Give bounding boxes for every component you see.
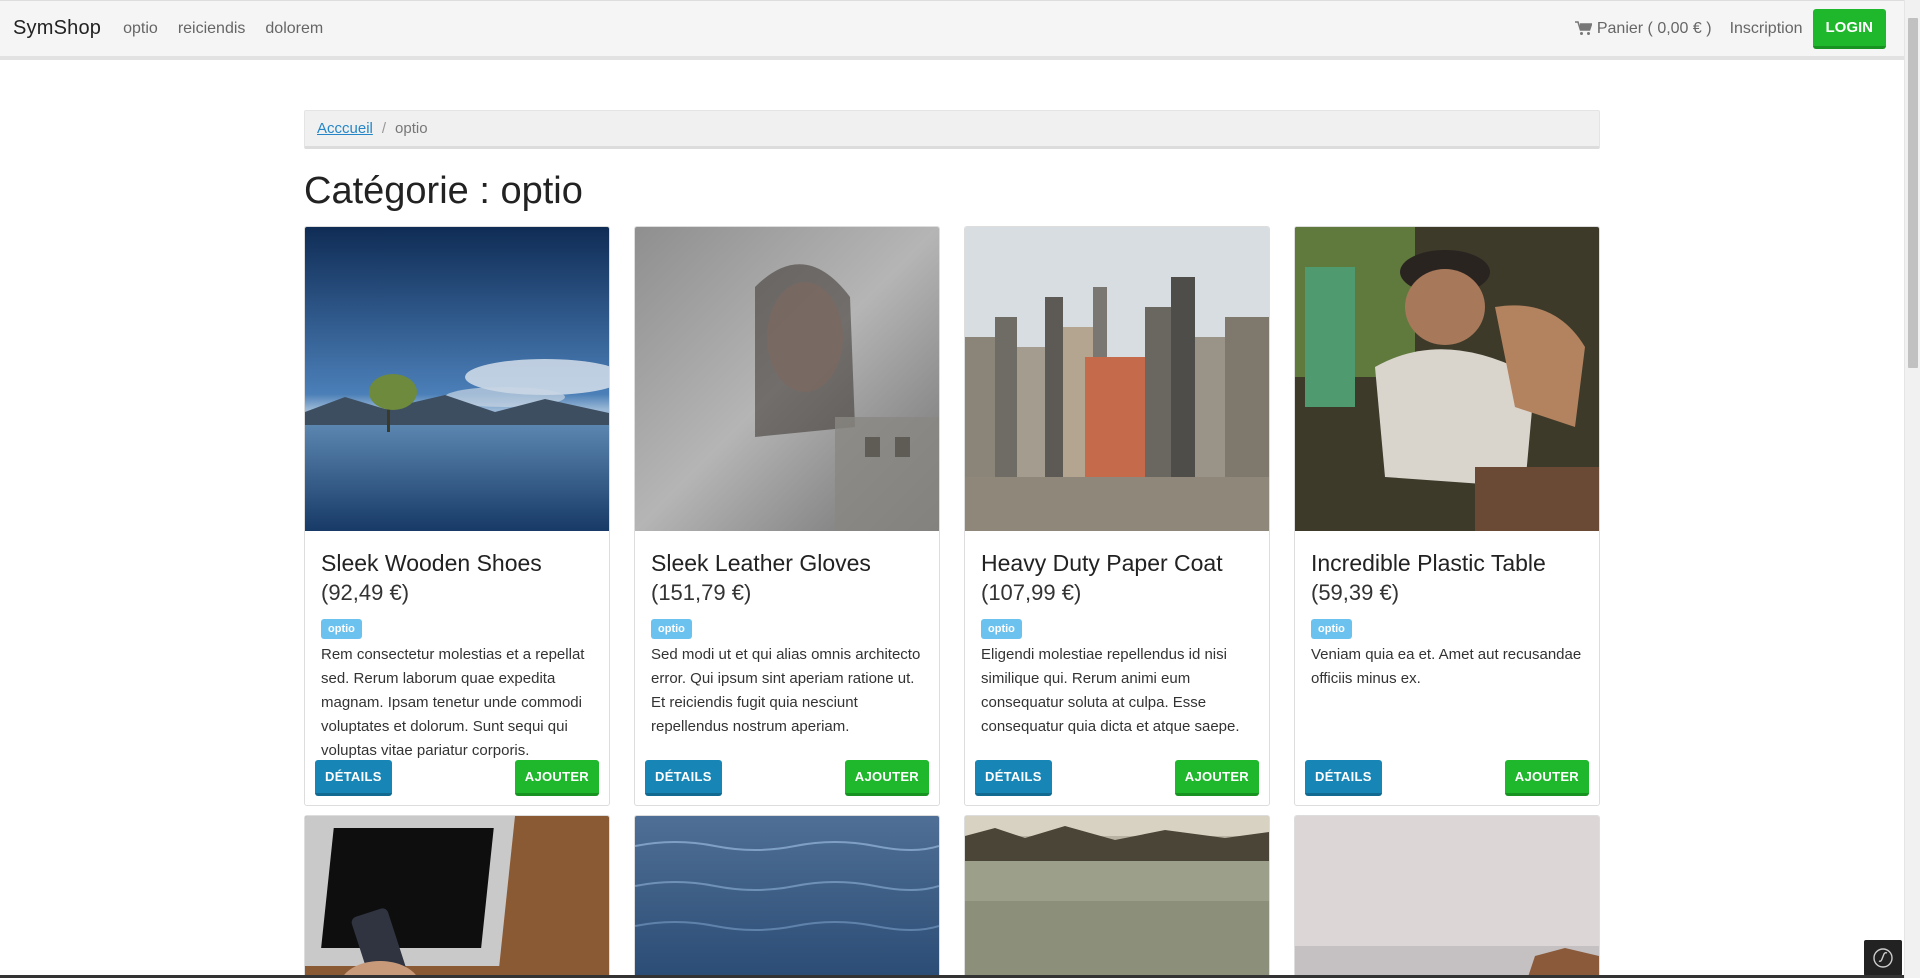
nav-link-reiciendis[interactable]: reiciendis xyxy=(178,20,246,38)
product-description: Sed modi ut et qui alias omnis architect… xyxy=(651,646,921,735)
cart-link[interactable]: Panier ( 0,00 € ) xyxy=(1574,19,1712,38)
product-price: (151,79 €) xyxy=(651,580,752,605)
scrollbar-thumb[interactable] xyxy=(1908,18,1918,368)
category-badge: optio xyxy=(1311,619,1352,639)
product-card: Sleek Leather Gloves (151,79 €) optio Se… xyxy=(634,226,940,806)
product-price: (92,49 €) xyxy=(321,580,410,605)
product-description: Eligendi molestiae repellendus id nisi s… xyxy=(981,646,1240,735)
category-badge: optio xyxy=(651,619,692,639)
details-button[interactable]: DÉTAILS xyxy=(975,760,1052,796)
product-card: Incredible Plastic Table (59,39 €) optio… xyxy=(1294,226,1600,806)
category-badge: optio xyxy=(981,619,1022,639)
product-price: (59,39 €) xyxy=(1311,580,1400,605)
product-actions: DÉTAILS AJOUTER xyxy=(975,760,1259,796)
product-description: Veniam quia ea et. Amet aut recusandae o… xyxy=(1311,646,1582,687)
category-nav: optio reiciendis dolorem xyxy=(123,20,343,38)
product-image-foggy-field[interactable] xyxy=(965,816,1269,978)
symfony-logo-icon xyxy=(1873,948,1893,968)
product-image-coast[interactable] xyxy=(1295,816,1599,978)
product-card xyxy=(1294,815,1600,978)
product-price: (107,99 €) xyxy=(981,580,1082,605)
product-image-laptop-phone[interactable] xyxy=(305,816,609,978)
user-nav: Panier ( 0,00 € ) Inscription LOGIN xyxy=(1557,8,1886,49)
brand-logo[interactable]: SymShop xyxy=(13,17,101,40)
product-image-man-sleeping[interactable] xyxy=(1295,227,1599,531)
nav-link-dolorem[interactable]: dolorem xyxy=(265,20,323,38)
vertical-scrollbar[interactable] xyxy=(1904,0,1920,978)
product-card xyxy=(964,815,1270,978)
product-title[interactable]: Sleek Wooden Shoes xyxy=(321,549,593,578)
page-title: Catégorie : optio xyxy=(304,170,583,212)
product-title[interactable]: Sleek Leather Gloves xyxy=(651,549,923,578)
details-button[interactable]: DÉTAILS xyxy=(1305,760,1382,796)
product-card-body: Sleek Leather Gloves (151,79 €) optio Se… xyxy=(635,531,939,739)
product-title[interactable]: Incredible Plastic Table xyxy=(1311,549,1583,578)
breadcrumb-current: optio xyxy=(395,120,428,137)
product-card xyxy=(634,815,940,978)
details-button[interactable]: DÉTAILS xyxy=(315,760,392,796)
product-card-body: Incredible Plastic Table (59,39 €) optio… xyxy=(1295,531,1599,691)
product-actions: DÉTAILS AJOUTER xyxy=(1305,760,1589,796)
product-card-body: Heavy Duty Paper Coat (107,99 €) optio E… xyxy=(965,531,1269,739)
product-card: Heavy Duty Paper Coat (107,99 €) optio E… xyxy=(964,226,1270,806)
main-container: Acccueil / optio Catégorie : optio Sleek… xyxy=(304,110,1600,978)
cart-label: Panier ( 0,00 € ) xyxy=(1596,19,1712,37)
signup-link[interactable]: Inscription xyxy=(1730,20,1803,38)
product-card xyxy=(304,815,610,978)
product-title[interactable]: Heavy Duty Paper Coat xyxy=(981,549,1253,578)
add-to-cart-button[interactable]: AJOUTER xyxy=(1174,760,1259,796)
shopping-cart-icon xyxy=(1574,21,1592,35)
nav-link-optio[interactable]: optio xyxy=(123,20,158,38)
product-card: Sleek Wooden Shoes (92,49 €) optio Rem c… xyxy=(304,226,610,806)
breadcrumb-home-link[interactable]: Acccueil xyxy=(317,120,373,137)
product-actions: DÉTAILS AJOUTER xyxy=(315,760,599,796)
breadcrumb: Acccueil / optio xyxy=(304,110,1600,149)
product-image-city-skyline[interactable] xyxy=(965,227,1269,531)
symfony-toolbar-icon[interactable] xyxy=(1864,940,1902,976)
product-image-sea-water[interactable] xyxy=(635,816,939,978)
login-button[interactable]: LOGIN xyxy=(1812,8,1886,49)
add-to-cart-button[interactable]: AJOUTER xyxy=(844,760,929,796)
product-card-body: Sleek Wooden Shoes (92,49 €) optio Rem c… xyxy=(305,531,609,763)
product-description: Rem consectetur molestias et a repellat … xyxy=(321,646,585,759)
add-to-cart-button[interactable]: AJOUTER xyxy=(1504,760,1589,796)
product-grid: Sleek Wooden Shoes (92,49 €) optio Rem c… xyxy=(304,226,1600,978)
category-badge: optio xyxy=(321,619,362,639)
details-button[interactable]: DÉTAILS xyxy=(645,760,722,796)
product-image-woman-window[interactable] xyxy=(635,227,939,531)
breadcrumb-separator: / xyxy=(381,120,387,137)
add-to-cart-button[interactable]: AJOUTER xyxy=(514,760,599,796)
product-actions: DÉTAILS AJOUTER xyxy=(645,760,929,796)
product-image-lake-tree[interactable] xyxy=(305,227,609,531)
top-navbar: SymShop optio reiciendis dolorem Panier … xyxy=(0,0,1904,60)
